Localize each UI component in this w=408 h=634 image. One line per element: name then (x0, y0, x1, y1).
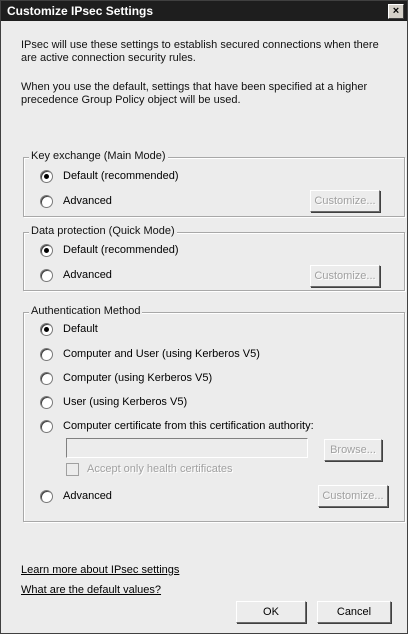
checkbox-label: Accept only health certificates (87, 463, 233, 475)
authentication-method-label: Authentication Method (29, 305, 143, 317)
data-protection-label: Data protection (Quick Mode) (29, 225, 177, 237)
learn-more-link[interactable]: Learn more about IPsec settings (21, 564, 179, 576)
certificate-authority-field[interactable] (66, 438, 308, 458)
radio-icon (40, 322, 53, 336)
cancel-button[interactable]: Cancel (317, 601, 391, 623)
option-label: Computer and User (using Kerberos V5) (63, 348, 260, 360)
data-protection-group: Data protection (Quick Mode) Default (re… (23, 225, 405, 291)
auth-customize-button[interactable]: Customize... (318, 485, 388, 507)
option-label: Default (recommended) (63, 170, 179, 182)
key-exchange-default-radio[interactable]: Default (recommended) (40, 169, 179, 183)
key-exchange-group: Key exchange (Main Mode) Default (recomm… (23, 150, 405, 217)
auth-computer-user-kerberos-radio[interactable]: Computer and User (using Kerberos V5) (40, 347, 260, 361)
key-exchange-advanced-radio[interactable]: Advanced (40, 194, 112, 208)
data-protection-default-radio[interactable]: Default (recommended) (40, 243, 179, 257)
ok-button[interactable]: OK (236, 601, 306, 623)
option-label: Advanced (63, 195, 112, 207)
option-label: Default (recommended) (63, 244, 179, 256)
checkbox-icon (66, 462, 79, 476)
radio-icon (40, 419, 53, 433)
close-icon: × (392, 5, 400, 17)
option-label: User (using Kerberos V5) (63, 396, 188, 408)
radio-icon (40, 347, 53, 361)
auth-computer-certificate-radio[interactable]: Computer certificate from this certifica… (40, 419, 314, 433)
radio-icon (40, 268, 53, 282)
option-label: Computer certificate from this certifica… (63, 420, 314, 432)
intro-text-2: When you use the default, settings that … (21, 81, 368, 106)
data-protection-advanced-radio[interactable]: Advanced (40, 268, 112, 282)
radio-icon (40, 194, 53, 208)
customize-ipsec-dialog: Customize IPsec Settings × IPsec will us… (0, 0, 408, 634)
auth-default-radio[interactable]: Default (40, 322, 98, 336)
auth-user-kerberos-radio[interactable]: User (using Kerberos V5) (40, 395, 187, 409)
data-protection-customize-button[interactable]: Customize... (310, 265, 380, 287)
radio-icon (40, 489, 53, 503)
radio-icon (40, 395, 53, 409)
title-bar: Customize IPsec Settings × (1, 1, 407, 21)
accept-health-certificates-checkbox[interactable]: Accept only health certificates (66, 462, 233, 476)
default-values-link[interactable]: What are the default values? (21, 584, 161, 596)
auth-computer-kerberos-radio[interactable]: Computer (using Kerberos V5) (40, 371, 212, 385)
key-exchange-label: Key exchange (Main Mode) (29, 150, 168, 162)
dialog-title: Customize IPsec Settings (7, 4, 154, 18)
option-label: Advanced (63, 490, 112, 502)
close-button[interactable]: × (388, 4, 404, 19)
auth-advanced-radio[interactable]: Advanced (40, 489, 112, 503)
radio-icon (40, 169, 53, 183)
key-exchange-customize-button[interactable]: Customize... (310, 190, 380, 212)
option-label: Default (63, 323, 98, 335)
intro-text-1: IPsec will use these settings to establi… (21, 39, 379, 64)
option-label: Advanced (63, 269, 112, 281)
option-label: Computer (using Kerberos V5) (63, 372, 213, 384)
authentication-method-group: Authentication Method Default Computer a… (23, 305, 405, 522)
radio-icon (40, 371, 53, 385)
browse-button[interactable]: Browse... (324, 439, 382, 461)
radio-icon (40, 243, 53, 257)
